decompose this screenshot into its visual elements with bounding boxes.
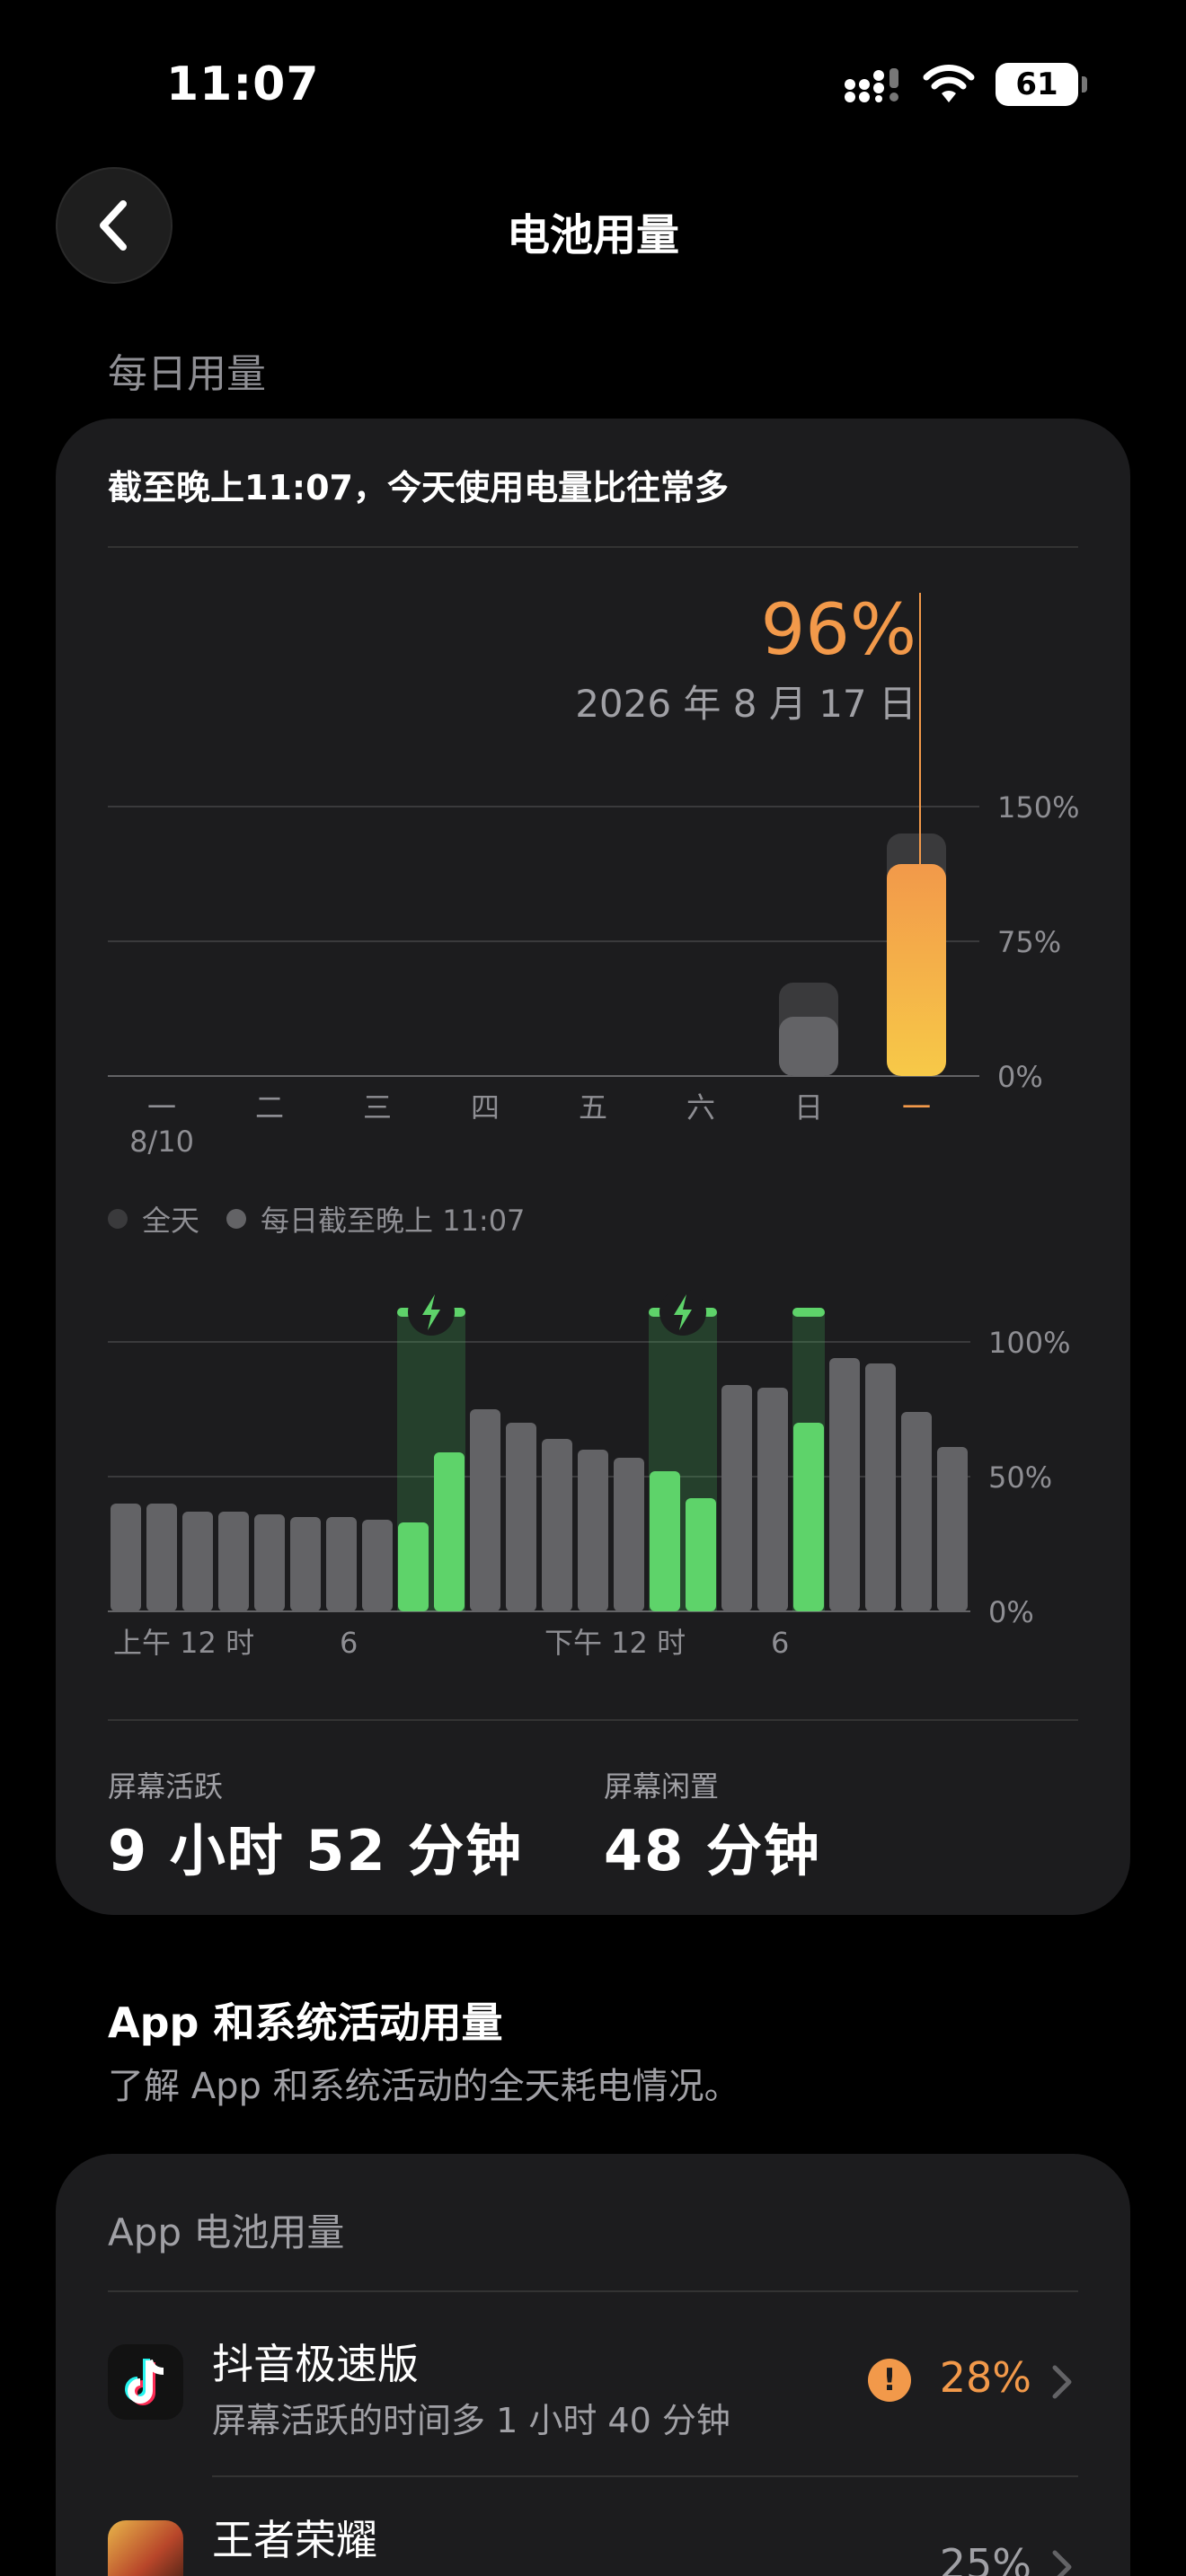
hourly-battery-chart[interactable]: 100% 50% 0% 上午 12 时 6 下午 12 时 6: [0, 1257, 1186, 1671]
app-name: 王者荣耀: [212, 2516, 377, 2564]
hourly-y-tick-label: 50%: [988, 1460, 1052, 1495]
legend-dot-until-now: [226, 1209, 247, 1229]
weekly-x-label: 四: [471, 1090, 500, 1125]
legend-label-until-now: 每日截至晚上 11:07: [261, 1204, 526, 1238]
chevron-right-icon: [1052, 2550, 1072, 2576]
hourly-bar: [542, 1439, 572, 1611]
weekly-x-label: 一: [902, 1090, 931, 1125]
screen-idle-value: 48 分钟: [604, 1818, 821, 1883]
hourly-bar: [506, 1423, 536, 1611]
charging-period-marker: [792, 1308, 825, 1317]
weekly-y-tick-label: 150%: [997, 790, 1079, 825]
hourly-bar-charging: [398, 1522, 429, 1611]
hourly-y-tick-label: 0%: [988, 1595, 1034, 1629]
weekly-y-tick-label: 0%: [997, 1060, 1043, 1094]
app-detail: 屏幕活跃的时间多 1 小时 40 分钟: [212, 2401, 730, 2440]
weekly-x-label: 六: [686, 1090, 715, 1125]
app-row-douyin[interactable]: 抖音极速版 屏幕活跃的时间多 1 小时 40 分钟 ! 28%: [56, 2292, 1130, 2475]
stats-divider: [108, 1719, 1078, 1721]
weekly-x-label: 一: [147, 1090, 176, 1125]
hourly-bar: [578, 1450, 608, 1611]
hourly-x-label: 6: [340, 1626, 358, 1660]
hourly-bar: [937, 1447, 968, 1611]
hourly-bar: [362, 1520, 393, 1611]
hourly-bar: [865, 1363, 896, 1611]
hourly-bar: [614, 1458, 644, 1611]
weekly-usage-chart: 96% 2026 年 8 月 17 日 150%75%0%一8/10二三四五六日…: [108, 590, 1079, 1159]
hourly-bar-charging: [686, 1498, 716, 1611]
hourly-bar: [721, 1385, 752, 1611]
highlight-date: 2026 年 8 月 17 日: [575, 682, 916, 726]
honor-of-kings-app-icon: [108, 2520, 183, 2576]
hourly-x-label: 上午 12 时: [113, 1626, 254, 1660]
hourly-x-label: 下午 12 时: [544, 1626, 686, 1660]
app-name: 抖音极速版: [212, 2340, 419, 2388]
legend-item-until-now: 每日截至晚上 11:07: [226, 1198, 525, 1239]
hourly-bar: [111, 1504, 141, 1611]
douyin-app-icon: [108, 2344, 183, 2420]
activity-section-subtitle: 了解 App 和系统活动的全天耗电情况。: [108, 2066, 740, 2107]
weekly-x-label: 三: [363, 1090, 392, 1125]
hourly-bar-charging: [650, 1471, 680, 1611]
weekly-x-label: 二: [255, 1090, 284, 1125]
weekly-x-label: 日: [794, 1090, 823, 1125]
app-percent: 25%: [939, 2540, 1031, 2576]
hourly-bar: [182, 1512, 213, 1611]
hourly-bar: [829, 1358, 860, 1611]
screen-active-label: 屏幕活跃: [108, 1769, 224, 1804]
chart-legend: 全天 每日截至晚上 11:07: [108, 1198, 525, 1239]
app-battery-card-title: App 电池用量: [108, 2210, 345, 2254]
hourly-bar: [218, 1512, 249, 1611]
weekly-x-label: 五: [579, 1090, 607, 1125]
hourly-bar: [901, 1412, 932, 1611]
hourly-bar: [470, 1409, 500, 1611]
screen-active-value: 9 小时 52 分钟: [108, 1818, 524, 1883]
legend-dot-all-day: [108, 1209, 128, 1229]
weekly-y-tick-label: 75%: [997, 925, 1061, 959]
legend-label-all-day: 全天: [142, 1204, 200, 1238]
screen-idle-label: 屏幕闲置: [604, 1769, 720, 1804]
hourly-bar-charging: [793, 1423, 824, 1611]
highlight-value: 96%: [761, 590, 916, 671]
chevron-right-icon: [1052, 2365, 1072, 2399]
hourly-bar: [254, 1514, 285, 1611]
legend-item-all-day: 全天: [108, 1198, 199, 1239]
hourly-bar: [290, 1517, 321, 1611]
hourly-y-tick-label: 100%: [988, 1326, 1070, 1360]
weekly-bar-until-now: [779, 1017, 838, 1076]
hourly-bar: [146, 1504, 177, 1611]
activity-section-title: App 和系统活动用量: [108, 1998, 503, 2047]
hourly-bar: [757, 1388, 788, 1611]
app-percent: 28%: [939, 2353, 1031, 2402]
hourly-x-label: 6: [771, 1626, 789, 1660]
warning-icon: !: [868, 2359, 911, 2402]
app-row-honor-of-kings[interactable]: 王者荣耀 25%: [56, 2477, 1130, 2576]
weekly-bar-today: [887, 864, 946, 1076]
hourly-bar: [326, 1517, 357, 1611]
hourly-bar-charging: [434, 1452, 465, 1611]
weekly-x-sublabel: 8/10: [129, 1125, 194, 1159]
